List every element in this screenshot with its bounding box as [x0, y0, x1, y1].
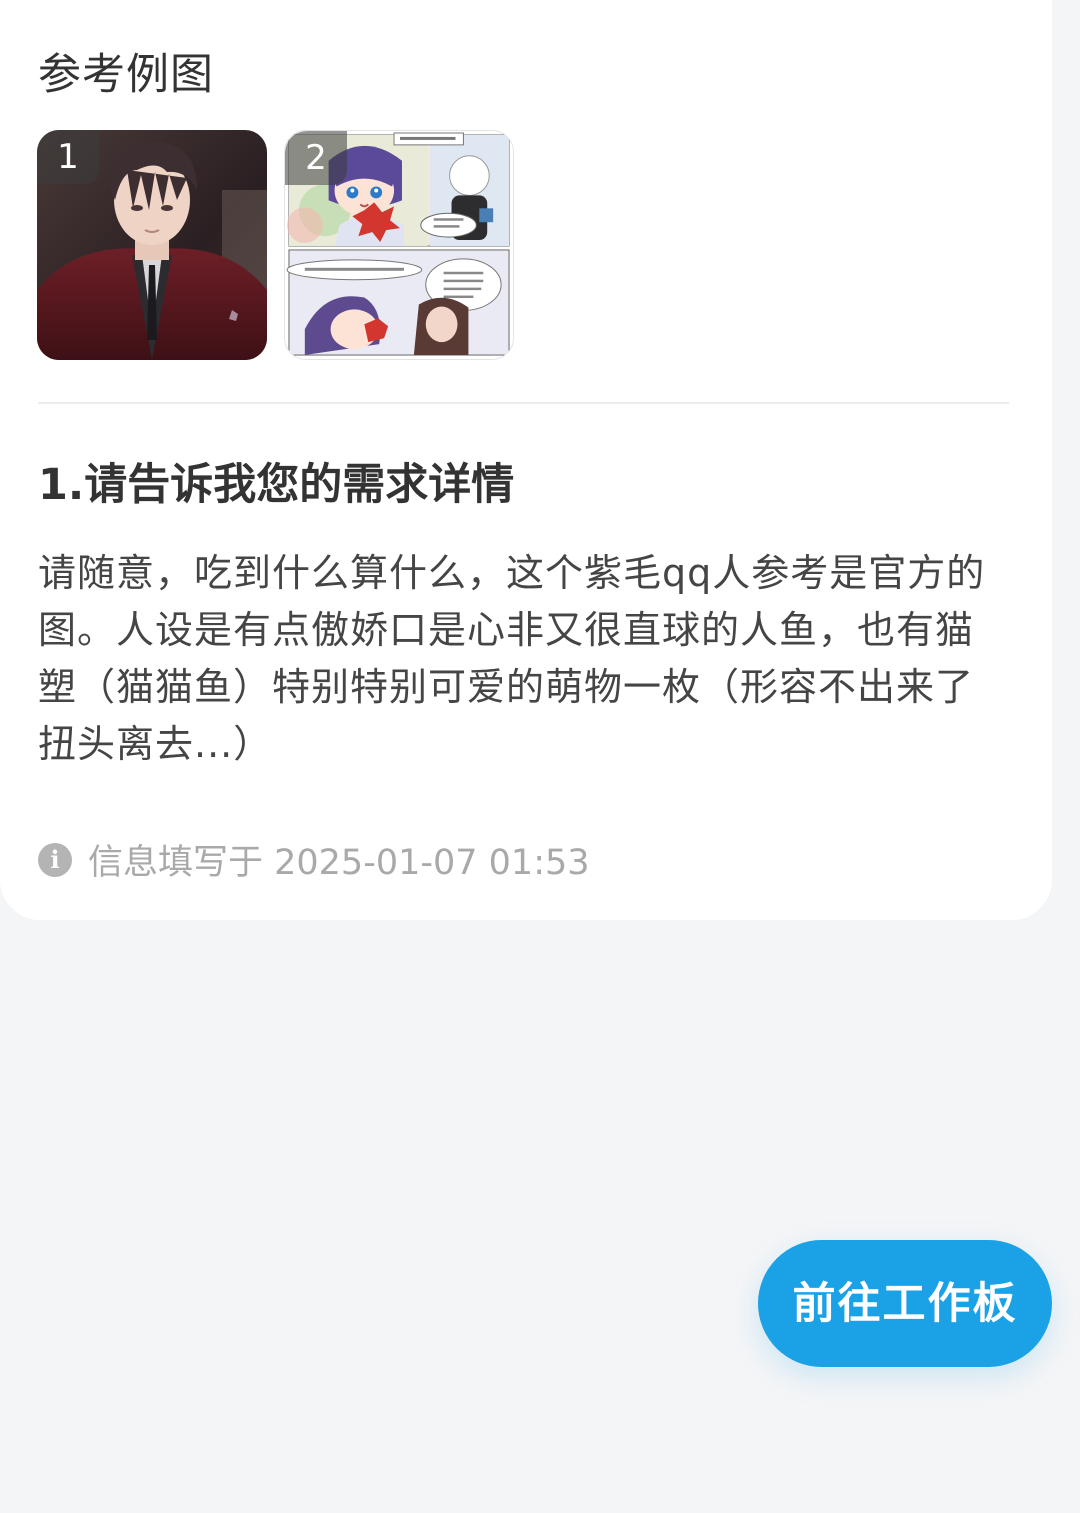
section-title: 参考例图: [38, 50, 214, 100]
reference-image-1[interactable]: 1: [37, 130, 267, 360]
filled-timestamp: 信息填写于 2025-01-07 01:53: [88, 843, 590, 883]
thumbnail-index-2: 2: [285, 131, 347, 185]
reference-image-2[interactable]: 2: [284, 130, 514, 360]
info-icon: i: [38, 842, 72, 877]
divider: [38, 402, 1009, 404]
meta-row: i 信息填写于 2025-01-07 01:53: [38, 834, 590, 885]
go-to-workboard-button[interactable]: 前往工作板: [758, 1240, 1052, 1367]
answer-text: 请随意，吃到什么算什么，这个紫毛qq人参考是官方的图。人设是有点傲娇口是心非又很…: [38, 551, 986, 766]
thumbnail-index-1: 1: [37, 130, 99, 184]
question-title: 1.请告诉我您的需求详情: [38, 460, 515, 510]
requirement-card: 参考例图 1 2 1.请告诉我您的需求详情 请随意，吃到什么算什么，这个紫毛qq…: [0, 0, 1052, 920]
